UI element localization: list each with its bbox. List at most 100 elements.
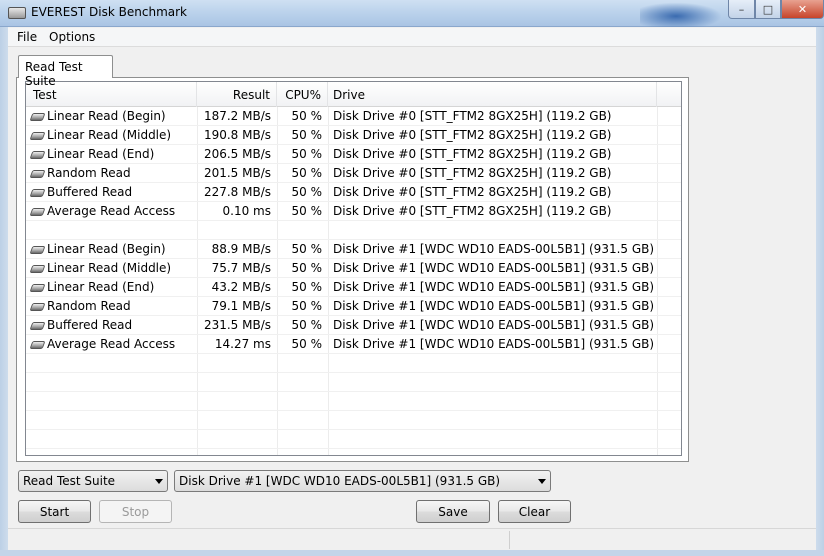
table-row[interactable]: Linear Read (Begin) 187.2 MB/s 50 % Disk Dr… [26,107,681,126]
tab-panel: Test Result CPU% Drive Linear Read (Begi… [16,77,689,462]
drive-select[interactable]: Disk Drive #1 [WDC WD10 EADS-00L5B1] (93… [174,470,551,492]
test-name: Linear Read (End) [47,280,155,294]
table-row[interactable]: Linear Read (Begin) 88.9 MB/s 50 % Disk Dri… [26,240,681,259]
cell-drive: Disk Drive #1 [WDC WD10 EADS-00L5B1] (93… [333,318,655,332]
minimize-button[interactable]: – [728,0,755,19]
chevron-down-icon [155,479,163,484]
table-row[interactable] [26,430,681,449]
cell-cpu: 50 % [291,204,323,218]
hard-drive-icon [29,188,46,197]
table-row[interactable] [26,373,681,392]
column-header-result[interactable]: Result [197,82,277,107]
cell-cpu: 50 % [291,337,323,351]
test-name: Linear Read (Middle) [47,128,172,142]
column-header-drive[interactable]: Drive [328,82,657,107]
clear-button[interactable]: Clear [498,500,571,523]
menu-file[interactable]: File [17,30,37,44]
close-icon: ✕ [797,2,808,16]
table-row[interactable]: Linear Read (Middle) 190.8 MB/s 50 % Disk D… [26,126,681,145]
cell-result: 14.27 ms [214,337,271,351]
cell-test: Random Read [29,299,197,313]
cell-cpu: 50 % [291,147,323,161]
test-name: Random Read [47,299,131,313]
cell-test: Linear Read (Begin) [29,109,197,123]
menu-bar: File Options [8,28,816,47]
table-row[interactable] [26,392,681,411]
table-row[interactable]: Buffered Read 231.5 MB/s 50 % Disk Drive #1… [26,316,681,335]
table-row[interactable] [26,411,681,430]
test-name: Linear Read (Middle) [47,261,172,275]
cell-test: Buffered Read [29,185,197,199]
close-button[interactable]: ✕ [781,0,824,19]
test-name: Random Read [47,166,131,180]
cell-cpu: 50 % [291,185,323,199]
save-button[interactable]: Save [416,500,490,523]
hard-drive-icon [29,207,46,216]
cell-drive: Disk Drive #1 [WDC WD10 EADS-00L5B1] (93… [333,299,655,313]
cell-cpu: 50 % [291,242,323,256]
test-name: Buffered Read [47,318,133,332]
cell-result: 206.5 MB/s [203,147,271,161]
maximize-button[interactable]: □ [755,0,781,19]
cell-cpu: 50 % [291,166,323,180]
stop-button[interactable]: Stop [99,500,172,523]
window-frame-right [816,27,824,556]
test-name: Average Read Access [47,204,176,218]
cell-result: 231.5 MB/s [203,318,271,332]
table-row[interactable]: Average Read Access 0.10 ms 50 % Disk Drive… [26,202,681,221]
start-button[interactable]: Start [18,500,91,523]
hard-drive-icon [29,131,46,140]
cell-test: Linear Read (Middle) [29,128,197,142]
table-row[interactable]: Random Read 201.5 MB/s 50 % Disk Drive #0 [… [26,164,681,183]
cell-drive: Disk Drive #1 [WDC WD10 EADS-00L5B1] (93… [333,337,655,351]
cell-result: 190.8 MB/s [203,128,271,142]
cell-test: Linear Read (Middle) [29,261,197,275]
menu-options[interactable]: Options [49,30,95,44]
cell-result: 88.9 MB/s [211,242,271,256]
cell-test: Average Read Access [29,204,197,218]
cell-drive: Disk Drive #1 [WDC WD10 EADS-00L5B1] (93… [333,242,655,256]
cell-test: Linear Read (End) [29,280,197,294]
hard-drive-icon [29,340,46,349]
cell-drive: Disk Drive #1 [WDC WD10 EADS-00L5B1] (93… [333,280,655,294]
hard-drive-icon [29,112,46,121]
test-name: Average Read Access [47,337,176,351]
list-header: Test Result CPU% Drive [26,82,681,107]
status-pane [510,531,816,549]
title-bar[interactable]: EVEREST Disk Benchmark – □ ✕ [0,0,824,27]
cell-result: 43.2 MB/s [211,280,271,294]
chevron-down-icon [538,479,546,484]
cell-drive: Disk Drive #0 [STT_FTM2 8GX25H] (119.2 G… [333,128,612,142]
results-list[interactable]: Test Result CPU% Drive Linear Read (Begi… [25,81,682,456]
table-row[interactable]: Average Read Access 14.27 ms 50 % Disk Driv… [26,335,681,354]
table-row[interactable]: Random Read 79.1 MB/s 50 % Disk Drive #1 [W… [26,297,681,316]
table-row[interactable]: Buffered Read 227.8 MB/s 50 % Disk Drive #0… [26,183,681,202]
status-bar [8,528,816,550]
disk-benchmark-app-icon [8,7,26,19]
cell-result: 187.2 MB/s [203,109,271,123]
cell-test: Random Read [29,166,197,180]
test-suite-select-value: Read Test Suite [23,474,116,488]
cell-cpu: 50 % [291,318,323,332]
drive-select-value: Disk Drive #1 [WDC WD10 EADS-00L5B1] (93… [179,474,501,488]
hard-drive-icon [29,245,46,254]
cell-cpu: 50 % [291,280,323,294]
table-row[interactable]: Linear Read (Middle) 75.7 MB/s 50 % Disk Dr… [26,259,681,278]
hard-drive-icon [29,264,46,273]
cell-cpu: 50 % [291,261,323,275]
status-pane [8,531,510,549]
cell-result: 79.1 MB/s [211,299,271,313]
table-row[interactable] [26,221,681,240]
tab-read-test-suite[interactable]: Read Test Suite [18,55,113,88]
cell-test: Linear Read (End) [29,147,197,161]
test-name: Buffered Read [47,185,133,199]
table-row[interactable]: Linear Read (End) 43.2 MB/s 50 % Disk Drive… [26,278,681,297]
results-rows: Linear Read (Begin) 187.2 MB/s 50 % Disk Dr… [26,107,681,449]
test-suite-select[interactable]: Read Test Suite [18,470,168,492]
column-header-cpu[interactable]: CPU% [277,82,328,107]
cell-cpu: 50 % [291,299,323,313]
cell-result: 201.5 MB/s [203,166,271,180]
maximize-icon: □ [762,2,774,16]
table-row[interactable] [26,354,681,373]
table-row[interactable]: Linear Read (End) 206.5 MB/s 50 % Disk Driv… [26,145,681,164]
